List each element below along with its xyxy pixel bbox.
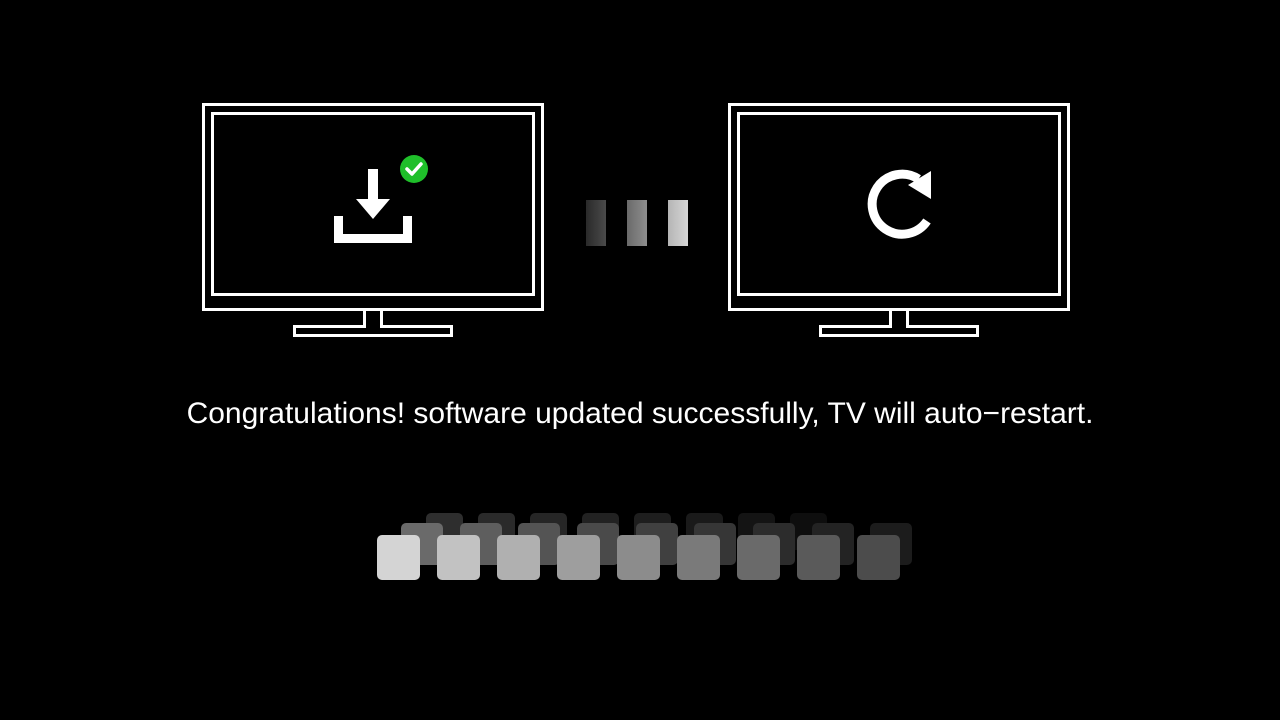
tv-download-graphic [202, 103, 546, 339]
tv-restart-graphic [728, 103, 1072, 339]
progress-dot [668, 200, 688, 246]
download-icon [334, 169, 412, 243]
progress-dots-icon [586, 200, 688, 246]
progress-dot [586, 200, 606, 246]
loading-tile [737, 535, 780, 580]
loading-tile [437, 535, 480, 580]
check-circle-icon [400, 155, 428, 183]
update-success-message: Congratulations! software updated succes… [186, 397, 1094, 430]
loading-tile [857, 535, 900, 580]
loading-tiles-icon [370, 505, 930, 590]
loading-tile [497, 535, 540, 580]
tv-outline-icon [728, 103, 1070, 337]
loading-tile [677, 535, 720, 580]
loading-tile [377, 535, 420, 580]
restart-icon [867, 169, 931, 239]
tv-outline-icon [202, 103, 544, 337]
loading-tile [557, 535, 600, 580]
loading-tile [617, 535, 660, 580]
progress-dot [627, 200, 647, 246]
loading-tile [797, 535, 840, 580]
